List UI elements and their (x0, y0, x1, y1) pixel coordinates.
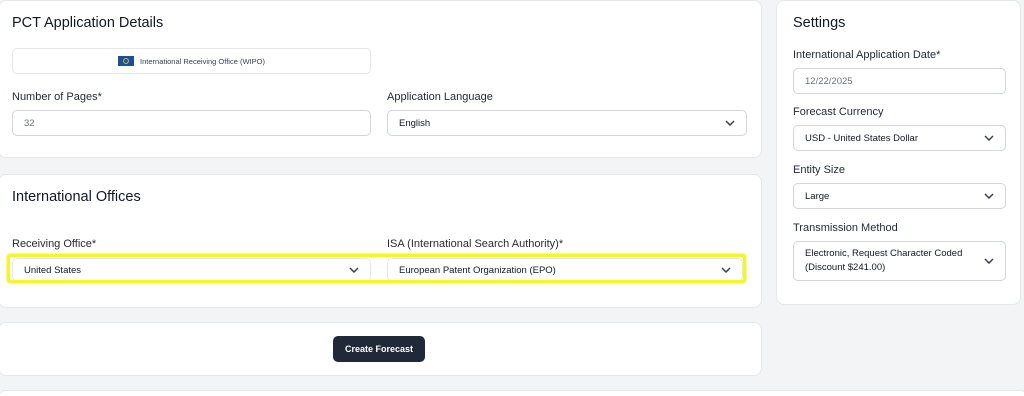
bottom-card (0, 390, 1024, 396)
application-date-value: 12/22/2025 (805, 75, 853, 87)
wipo-flag-icon (118, 56, 135, 66)
entity-size-label: Entity Size (793, 164, 845, 176)
create-forecast-button[interactable]: Create Forecast (333, 336, 425, 362)
language-select[interactable]: English (387, 110, 747, 136)
application-date-input[interactable]: 12/22/2025 (793, 68, 1006, 94)
language-select-value: English (399, 117, 431, 129)
pages-input-value: 32 (24, 117, 35, 129)
transmission-method-label: Transmission Method (793, 222, 898, 234)
international-offices-card: International Offices Receiving Office* … (0, 174, 762, 308)
settings-card: Settings International Application Date*… (776, 0, 1021, 305)
chevron-down-icon (984, 193, 994, 199)
transmission-method-value: Electronic, Request Character Coded (Dis… (805, 248, 963, 273)
chevron-down-icon (984, 135, 994, 141)
settings-title: Settings (793, 15, 846, 31)
receiving-office-label: Receiving Office* (12, 238, 97, 250)
language-label: Application Language (387, 91, 493, 103)
highlight-box (7, 254, 746, 283)
receiving-office-badge: International Receiving Office (WIPO) (12, 48, 371, 74)
pct-details-title: PCT Application Details (12, 15, 164, 31)
receiving-office-badge-label: International Receiving Office (WIPO) (140, 56, 265, 66)
isa-label: ISA (International Search Authority)* (387, 238, 564, 250)
forecast-currency-value: USD - United States Dollar (805, 132, 918, 144)
chevron-down-icon (984, 258, 994, 264)
entity-size-value: Large (805, 190, 830, 202)
forecast-currency-select[interactable]: USD - United States Dollar (793, 125, 1006, 151)
application-date-label: International Application Date* (793, 49, 941, 61)
pages-label: Number of Pages* (12, 91, 102, 103)
forecast-currency-label: Forecast Currency (793, 106, 884, 118)
international-offices-title: International Offices (12, 189, 141, 205)
pct-details-card: PCT Application Details International Re… (0, 0, 762, 158)
entity-size-select[interactable]: Large (793, 183, 1006, 209)
transmission-method-select[interactable]: Electronic, Request Character Coded (Dis… (793, 241, 1006, 281)
pages-input[interactable]: 32 (12, 110, 371, 136)
chevron-down-icon (725, 120, 735, 126)
